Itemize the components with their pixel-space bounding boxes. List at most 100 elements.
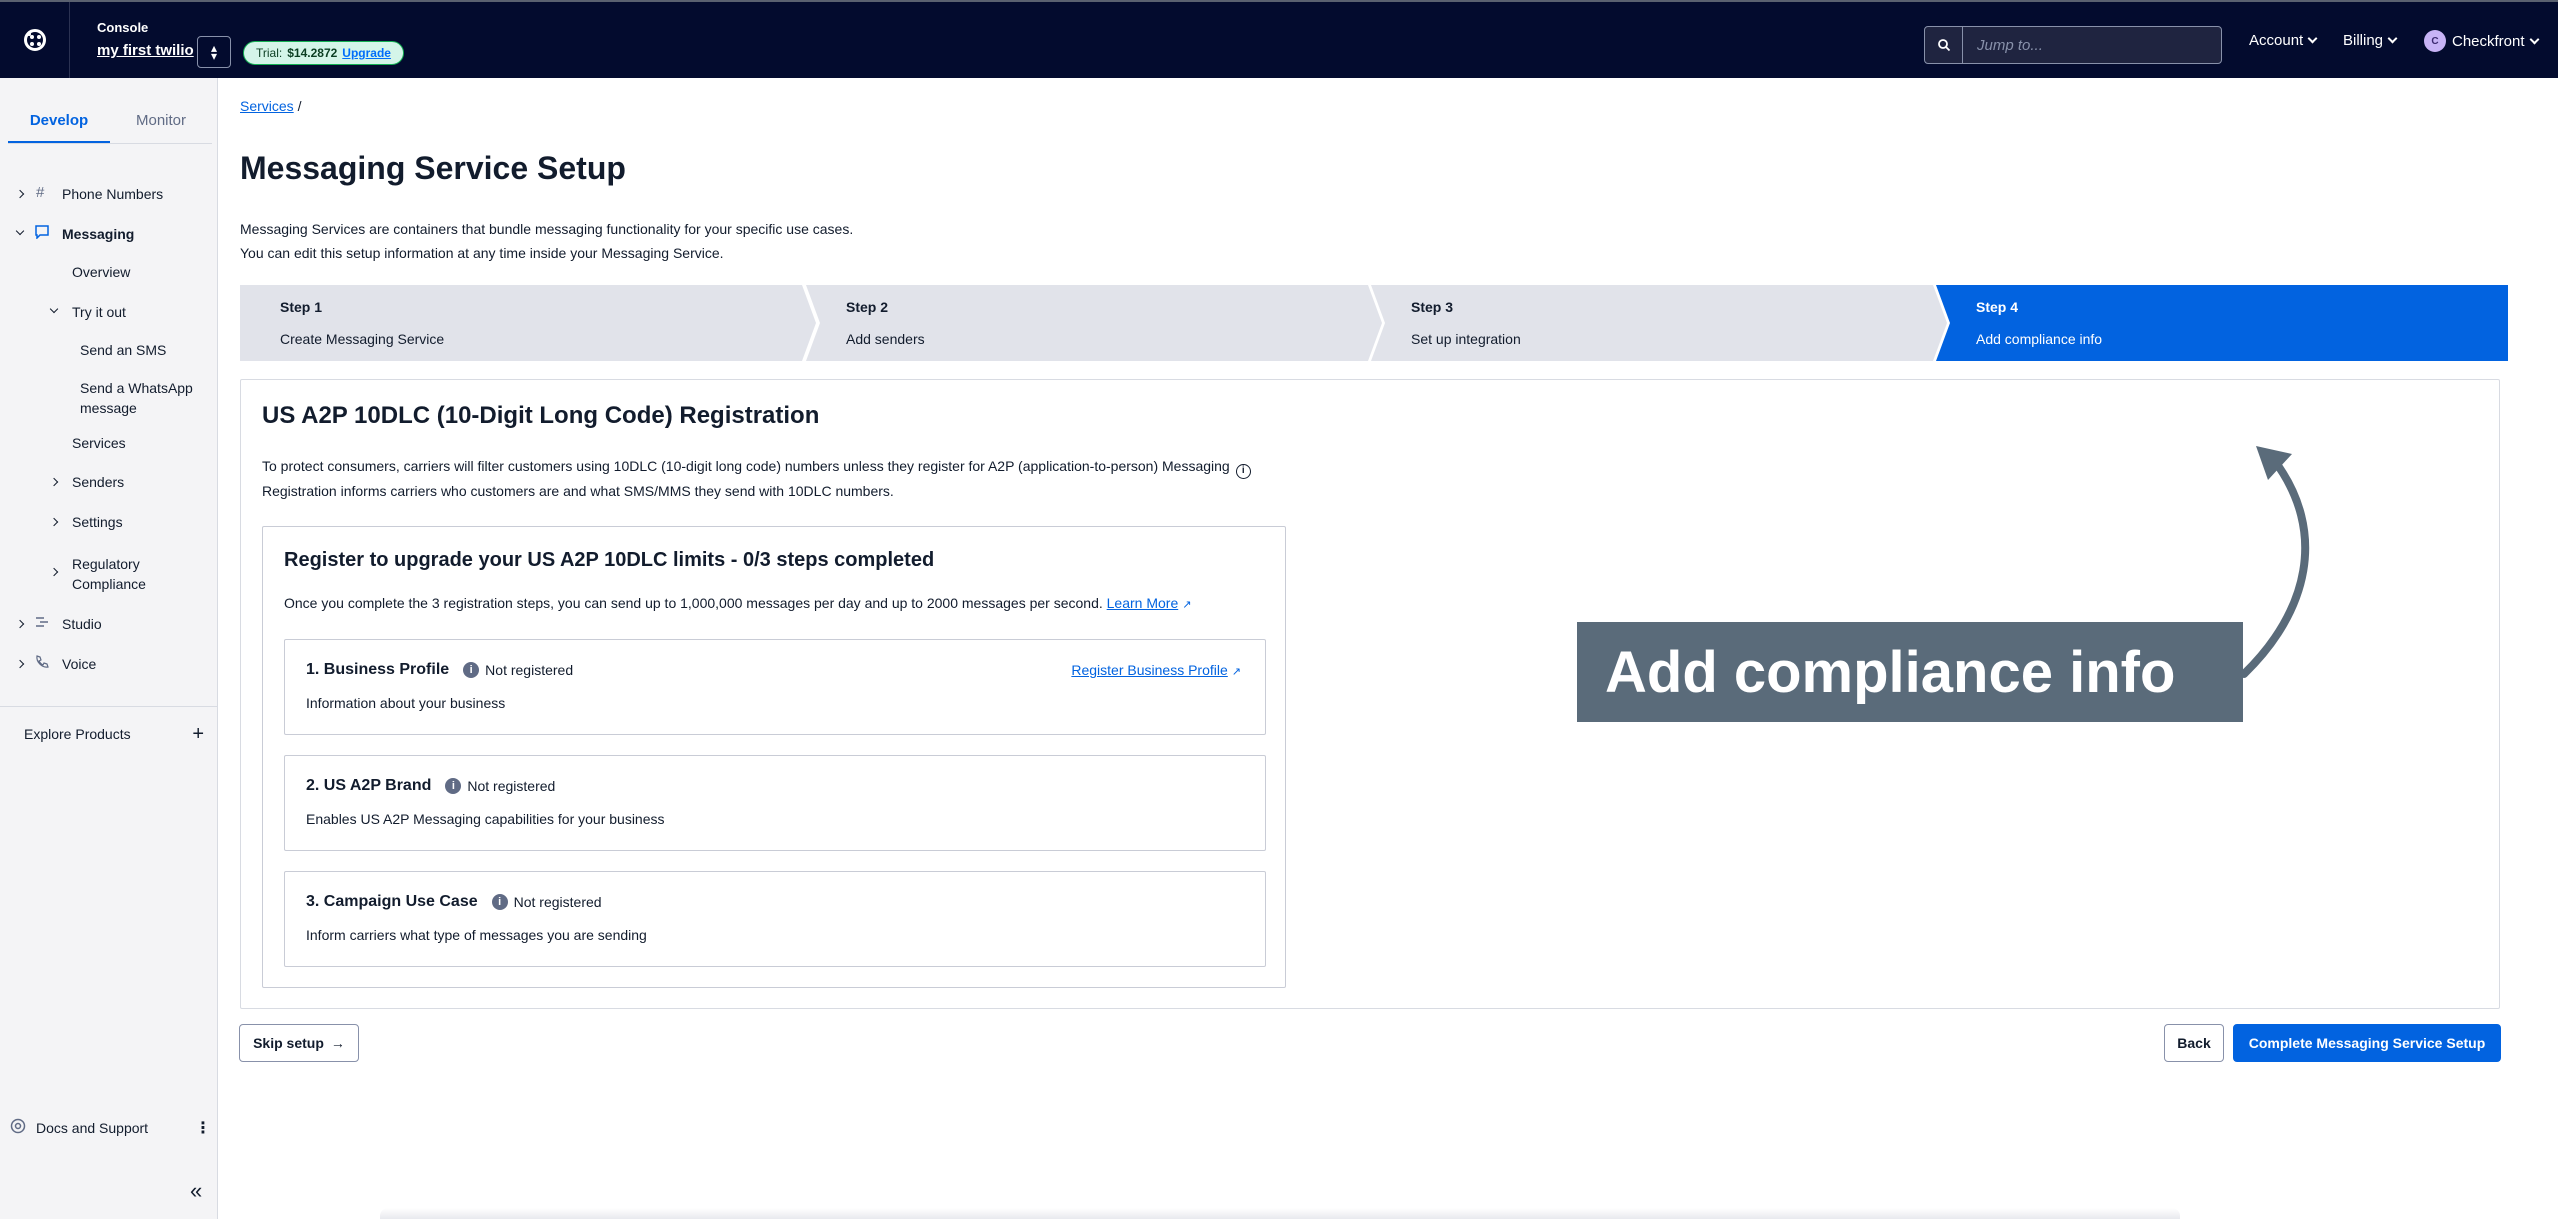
sidebar-item-label: Regulatory — [72, 556, 140, 572]
status-badge: Not registered — [513, 894, 602, 910]
sidebar-item-label: Senders — [72, 474, 125, 490]
chevron-down-icon — [2307, 33, 2318, 44]
sidebar-item-overview[interactable]: Overview — [72, 264, 130, 280]
step-label: Add compliance info — [1976, 331, 2103, 347]
skip-setup-button[interactable]: Skip setup → — [239, 1024, 359, 1062]
step-2: Step 2 Add senders — [806, 285, 1382, 361]
registration-title: US A2P 10DLC (10-Digit Long Code) Regist… — [262, 402, 820, 429]
step-number: Step 4 — [1976, 299, 2019, 315]
chevron-right-icon — [15, 659, 25, 669]
register-business-profile-link[interactable]: Register Business Profile ↗ — [1071, 662, 1241, 678]
sidebar-item-studio[interactable]: Studio — [0, 612, 218, 636]
step-label: Create Messaging Service — [280, 331, 445, 347]
search-icon[interactable] — [1925, 27, 1963, 63]
external-link-icon: ↗ — [1182, 599, 1192, 611]
registration-step-title: 3. Campaign Use Case — [306, 893, 478, 910]
console-label: Console — [97, 20, 149, 35]
step-number: Step 2 — [846, 299, 889, 315]
more-options-icon[interactable]: ⋮ — [195, 1118, 211, 1138]
registration-step-description: Inform carriers what type of messages yo… — [306, 927, 647, 943]
hash-icon: # — [36, 184, 45, 201]
sidebar-item-label: Messaging — [62, 226, 135, 242]
page-intro: Messaging Services are containers that b… — [240, 217, 853, 265]
twilio-logo-button[interactable] — [0, 2, 70, 78]
sidebar-item-label: Studio — [62, 616, 102, 632]
step-label: Add senders — [846, 331, 925, 347]
account-name-link[interactable]: my first twilio — [97, 42, 194, 59]
docs-and-support-label: Docs and Support — [36, 1119, 149, 1136]
external-link-icon: ↗ — [1231, 666, 1241, 678]
setup-stepper: Step 1 Create Messaging Service Step 2 A… — [240, 285, 2508, 361]
registration-desc-line: Registration informs carriers who custom… — [262, 483, 894, 499]
billing-menu-label: Billing — [2343, 32, 2384, 49]
tab-monitor[interactable]: Monitor — [110, 108, 212, 143]
chevron-right-icon — [15, 619, 25, 629]
user-name: Checkfront — [2452, 32, 2525, 50]
sidebar-item-senders[interactable]: Senders — [0, 470, 218, 494]
breadcrumb-separator: / — [297, 98, 302, 114]
callout-arrow-icon — [2240, 446, 2310, 678]
info-icon[interactable]: i — [463, 662, 480, 678]
user-menu[interactable]: C Checkfront — [2424, 30, 2539, 52]
chevron-down-icon — [2387, 33, 2398, 44]
intro-line: You can edit this setup information at a… — [240, 245, 724, 261]
sidebar-item-regulatory-compliance[interactable]: Regulatory Compliance — [0, 550, 218, 594]
sidebar-item-label: Voice — [62, 656, 97, 672]
trial-prefix: Trial: — [256, 46, 283, 60]
main-content: Services / Messaging Service Setup Messa… — [218, 78, 2558, 1219]
avatar: C — [2424, 30, 2446, 52]
docs-and-support-button[interactable]: Docs and Support ⋮ — [10, 1118, 211, 1138]
back-button[interactable]: Back — [2164, 1024, 2224, 1062]
chevron-right-icon — [15, 189, 25, 199]
status-badge: Not registered — [467, 778, 556, 794]
registration-step-campaign-use-case: 3. Campaign Use Case i Not registered In… — [284, 871, 1266, 967]
sidebar-item-settings[interactable]: Settings — [0, 510, 218, 534]
sidebar-item-label: message — [80, 400, 137, 416]
studio-flow-icon — [34, 614, 50, 634]
collapse-sidebar-icon[interactable]: « — [190, 1178, 202, 1204]
sidebar-item-messaging[interactable]: Messaging — [0, 222, 218, 246]
sidebar-item-voice[interactable]: Voice — [0, 652, 218, 676]
chevron-down-icon — [15, 226, 25, 236]
account-menu-label: Account — [2249, 32, 2304, 49]
phone-icon — [34, 654, 50, 674]
sidebar-item-phone-numbers[interactable]: # Phone Numbers — [0, 182, 218, 206]
bottom-edge-shadow — [380, 1208, 2180, 1219]
sidebar-item-label: Compliance — [72, 576, 146, 592]
step-1: Step 1 Create Messaging Service — [240, 285, 816, 361]
info-icon[interactable]: i — [1235, 464, 1251, 479]
page-title: Messaging Service Setup — [240, 150, 626, 186]
jump-to-input[interactable] — [1963, 36, 2213, 54]
account-switcher-button[interactable]: ▴ ▾ — [197, 36, 231, 68]
registration-step-description: Enables US A2P Messaging capabilities fo… — [306, 811, 665, 827]
billing-menu[interactable]: Billing — [2343, 32, 2398, 49]
sidebar-item-services[interactable]: Services — [72, 435, 126, 451]
limits-text: Once you complete the 3 registration ste… — [284, 595, 1103, 611]
register-link-label: Register Business Profile — [1071, 662, 1228, 678]
upgrade-link[interactable]: Upgrade — [342, 46, 391, 60]
trial-balance-badge: Trial: $14.2872 Upgrade — [243, 41, 404, 65]
complete-setup-button[interactable]: Complete Messaging Service Setup — [2233, 1024, 2501, 1062]
learn-more-link[interactable]: Learn More — [1107, 595, 1179, 611]
sidebar-item-try-it-out[interactable]: Try it out — [0, 300, 218, 324]
step-number: Step 3 — [1411, 299, 1454, 315]
chevron-right-icon — [49, 517, 59, 527]
arrow-right-icon: → — [330, 1035, 345, 1051]
lifebuoy-icon — [10, 1118, 26, 1137]
sidebar-item-send-whatsapp[interactable]: Send a WhatsApp message — [80, 378, 193, 418]
account-menu[interactable]: Account — [2249, 32, 2318, 49]
registration-steps-box: Register to upgrade your US A2P 10DLC li… — [262, 526, 1286, 988]
chevron-right-icon — [49, 477, 59, 487]
tab-develop[interactable]: Develop — [8, 108, 110, 143]
sidebar-tabs: Develop Monitor — [8, 108, 212, 144]
breadcrumb-services-link[interactable]: Services — [240, 98, 294, 114]
registration-progress-title: Register to upgrade your US A2P 10DLC li… — [284, 549, 935, 571]
info-icon[interactable]: i — [445, 778, 462, 794]
step-3: Step 3 Set up integration — [1371, 285, 1947, 361]
explore-products-button[interactable]: Explore Products + — [24, 724, 204, 744]
sidebar-item-label: Try it out — [72, 304, 126, 320]
chevron-down-icon — [49, 304, 59, 314]
sidebar-item-label: Settings — [72, 514, 123, 530]
sidebar-item-send-sms[interactable]: Send an SMS — [80, 342, 166, 358]
info-icon[interactable]: i — [491, 894, 508, 910]
